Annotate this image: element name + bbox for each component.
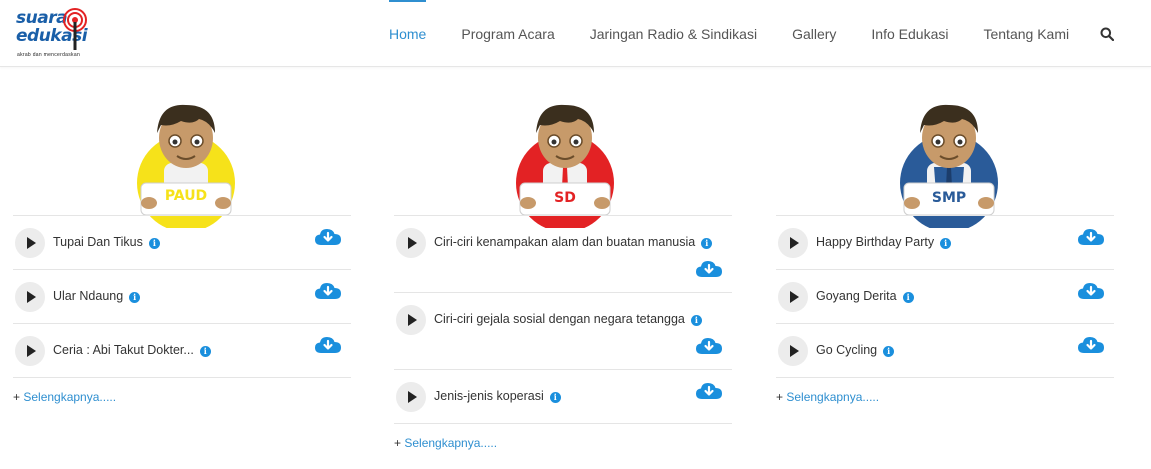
info-icon[interactable]: i [148,238,160,249]
track-title: Ular Ndaung [53,289,124,303]
boy-mascot-icon [900,104,998,228]
download-icon[interactable] [696,260,722,278]
track-title-link[interactable]: Tupai Dan Tikus i [53,235,160,249]
paud-track-list: Tupai Dan Tikus i Ular Ndaung i Ceria : Ab… [13,215,351,378]
track-title: Ciri-ciri kenampakan alam dan buatan man… [434,235,696,249]
more-prefix: + [13,390,24,404]
info-icon[interactable]: i [940,238,952,249]
sd-track-list: Ciri-ciri kenampakan alam dan buatan man… [394,215,732,424]
selengkapnya-link[interactable]: Selengkapnya..... [786,390,879,404]
list-item: Happy Birthday Party i [776,216,1114,270]
download-icon[interactable] [696,337,722,355]
paud-more: + Selengkapnya..... [13,390,116,404]
track-title-link[interactable]: Happy Birthday Party i [816,235,952,249]
play-button[interactable] [396,228,426,258]
track-title: Goyang Derita [816,289,897,303]
list-item: Ceria : Abi Takut Dokter... i [13,324,351,378]
info-icon[interactable]: i [902,292,914,303]
smp-badge: SMP [931,190,967,206]
sd-badge: SD [554,190,576,206]
download-icon[interactable] [315,336,341,354]
nav-home[interactable]: Home [389,0,427,67]
track-title: Jenis-jenis koperasi [434,389,544,403]
track-title-link[interactable]: Ciri-ciri kenampakan alam dan buatan man… [434,235,713,249]
main-nav: Home Program Acara Jaringan Radio & Sind… [389,0,1104,67]
info-icon[interactable]: i [690,315,702,326]
nav-jaringan-radio[interactable]: Jaringan Radio & Sindikasi [590,0,757,67]
selengkapnya-link[interactable]: Selengkapnya..... [404,436,497,450]
track-title-link[interactable]: Ceria : Abi Takut Dokter... i [53,343,211,357]
play-button[interactable] [778,228,808,258]
info-icon[interactable]: i [549,392,561,403]
track-title-link[interactable]: Ciri-ciri gejala sosial dengan negara te… [434,312,702,326]
track-title: Tupai Dan Tikus [53,235,143,249]
boy-mascot-icon [516,104,614,228]
site-logo[interactable]: suara edukasi akrab dan mencerdaskan [14,6,94,62]
selengkapnya-link[interactable]: Selengkapnya..... [23,390,116,404]
track-title-link[interactable]: Go Cycling i [816,343,895,357]
track-title: Happy Birthday Party [816,235,935,249]
play-button[interactable] [15,228,45,258]
info-icon[interactable]: i [701,238,713,249]
download-icon[interactable] [1078,336,1104,354]
list-item: Ular Ndaung i [13,270,351,324]
smp-track-list: Happy Birthday Party i Goyang Derita i Go … [776,215,1114,378]
boy-mascot-icon [137,104,235,228]
play-button[interactable] [15,282,45,312]
track-title-link[interactable]: Ular Ndaung i [53,289,141,303]
paud-mascot: PAUD [131,103,241,228]
play-button[interactable] [778,336,808,366]
list-item: Ciri-ciri gejala sosial dengan negara te… [394,293,732,370]
sd-mascot: SD [510,103,620,228]
play-button[interactable] [396,382,426,412]
play-button[interactable] [778,282,808,312]
nav-program-acara[interactable]: Program Acara [461,0,554,67]
paud-badge: PAUD [164,188,208,204]
list-item: Goyang Derita i [776,270,1114,324]
track-title-link[interactable]: Jenis-jenis koperasi i [434,389,561,403]
nav-tentang-kami[interactable]: Tentang Kami [983,0,1069,67]
top-navbar: suara edukasi akrab dan mencerdaskan Hom… [0,0,1151,67]
search-icon[interactable] [1100,27,1114,41]
download-icon[interactable] [696,382,722,400]
track-title: Ceria : Abi Takut Dokter... [53,343,194,357]
track-title: Go Cycling [816,343,878,357]
track-title: Ciri-ciri gejala sosial dengan negara te… [434,312,685,326]
play-button[interactable] [15,336,45,366]
info-icon[interactable]: i [199,346,211,357]
smp-more: + Selengkapnya..... [776,390,879,404]
download-icon[interactable] [315,228,341,246]
info-icon[interactable]: i [129,292,141,303]
smp-mascot: SMP [894,103,1004,228]
download-icon[interactable] [315,282,341,300]
more-prefix: + [394,436,405,450]
list-item: Jenis-jenis koperasi i [394,370,732,424]
track-title-link[interactable]: Goyang Derita i [816,289,914,303]
logo-text-line1: suara [16,8,68,28]
list-item: Tupai Dan Tikus i [13,216,351,270]
radio-signal-icon [63,8,87,50]
nav-info-edukasi[interactable]: Info Edukasi [871,0,948,67]
list-item: Go Cycling i [776,324,1114,378]
download-icon[interactable] [1078,228,1104,246]
info-icon[interactable]: i [883,346,895,357]
logo-tagline: akrab dan mencerdaskan [17,52,81,58]
download-icon[interactable] [1078,282,1104,300]
list-item: Ciri-ciri kenampakan alam dan buatan man… [394,216,732,293]
play-button[interactable] [396,305,426,335]
more-prefix: + [776,390,787,404]
sd-more: + Selengkapnya..... [394,436,497,450]
nav-gallery[interactable]: Gallery [792,0,836,67]
